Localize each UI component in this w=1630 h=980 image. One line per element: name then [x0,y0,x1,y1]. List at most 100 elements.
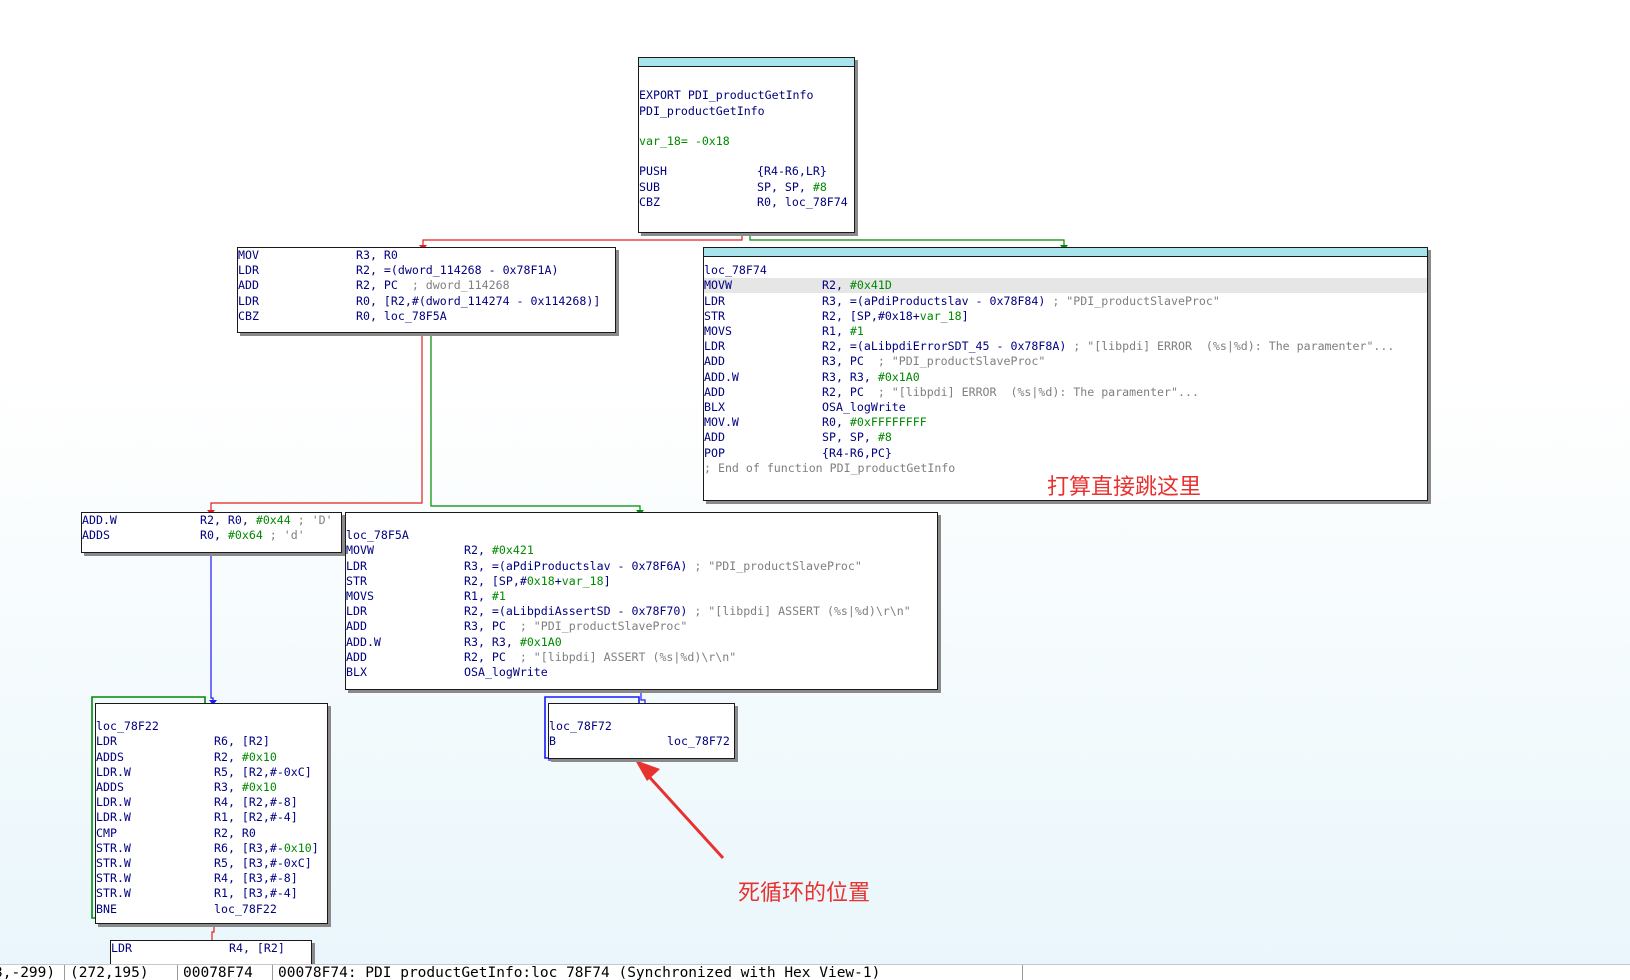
code-label[interactable]: EXPORT PDI_productGetInfo [639,88,814,103]
block-loc-78f72[interactable]: loc_78F72 Bloc_78F72 [548,703,735,759]
instruction-line[interactable]: BNE loc_78F22 [96,902,277,917]
status-address: 00078F74 [179,965,273,980]
instruction-line[interactable]: ADD R3, PC ; "PDI_productSlaveProc" [704,354,1045,369]
operand: R3, R3, [464,634,520,649]
block-loc-78f22[interactable]: loc_78F22 LDR R6, [R2] ADDS R2, #0x10 LDR.W R5… [95,703,328,924]
stack-var-definition[interactable]: var_18= -0x18 [639,134,730,149]
instruction-line[interactable]: LDR R0, [R2,#(dword_114274 - 0x114268)] [238,294,600,309]
instruction-line[interactable]: LDR R3, =(aPdiProductslav - 0x78F84) ; "P… [704,294,1220,309]
operand: R6, [R3,#- [214,840,284,855]
instruction-line[interactable]: MOV.W R0, #0xFFFFFFFF [704,415,927,430]
status-graph-coords: (272,195) [66,965,178,980]
instruction-line[interactable]: ADD SP, SP, #8 [704,430,892,445]
instruction-line[interactable]: STR R2, [SP,#0x18+var_18] [346,574,611,589]
code-label[interactable]: PDI_productGetInfo [639,104,765,119]
instruction-line[interactable]: LDR R3, =(aPdiProductslav - 0x78F6A) ; "P… [346,559,862,574]
operand: R2, R0 [214,825,256,840]
operand: loc_78F22 [214,901,277,916]
instruction-line[interactable]: POP {R4-R6,PC} [704,446,892,461]
graph-view-canvas[interactable]: EXPORT PDI_productGetInfo PDI_productGetI… [0,0,1630,979]
operand: R1, [R2,#-4] [214,810,298,825]
instruction-line[interactable]: STR.W R6, [R3,#-0x10] [96,841,319,856]
instruction-line[interactable]: Bloc_78F72 [549,734,730,749]
operand: R2, PC [822,384,878,399]
instruction-line[interactable]: STR.W R5, [R3,#-0xC] [96,856,312,871]
operand: #1 [849,324,864,338]
operand: R6, [R2] [214,734,270,749]
code-label[interactable]: loc_78F22 [96,719,159,734]
mnemonic: MOV.W [704,415,739,430]
instruction-line[interactable]: CBZ R0, loc_78F5A [238,309,447,324]
instruction-line[interactable]: ADD R2, PC ; "[libpdi] ASSERT (%s|%d)\r\n… [346,650,736,665]
instruction-line[interactable]: MOV R3, R0 [238,248,398,263]
instruction-line[interactable]: ADDS R0, #0x64 ; 'd' [82,528,305,543]
instruction-line[interactable]: MOVS R1, #1 [346,589,506,604]
mnemonic: MOVW [704,278,732,293]
operand: R3, PC [822,354,878,369]
operand: #0xFFFFFFFF [849,415,927,430]
operand: #0x10 [241,749,277,764]
instruction-line[interactable]: SUB SP, SP, #8 [639,180,827,195]
mnemonic: ADD [704,354,725,369]
block-loc-78f5a[interactable]: loc_78F5A MOVW R2, #0x421 LDR R3, =(aPdiProd… [345,512,938,690]
edge-block3-to-loop-block [210,553,214,703]
instruction-line[interactable]: LDR R2, =(dword_114268 - 0x78F1A) [238,263,558,278]
operand: R2, [SP,# [464,573,527,588]
instruction-line[interactable]: ADDS R3, #0x10 [96,780,277,795]
operand: R1, [822,324,850,338]
instruction-line[interactable]: LDR.W R5, [R2,#-0xC] [96,765,312,780]
instruction-line[interactable]: ADD R3, PC ; "PDI_productSlaveProc" [346,619,687,634]
instruction-line[interactable]: BLX OSA_logWrite [346,665,548,680]
instruction-line[interactable]: LDR R4, [R2] [111,941,285,956]
operand-comment: ; "PDI_productSlaveProc" [519,619,688,634]
mnemonic: ADD.W [704,369,739,384]
instruction-line[interactable]: CBZ R0, loc_78F74 [639,195,848,210]
operand: + [554,573,562,588]
block-loc-78f74[interactable]: loc_78F74 MOVW R2, #0x41D LDR R3, =(aPdiProd… [703,247,1428,501]
status-mouse-coords: 3,-299) [0,965,65,980]
instruction-line[interactable]: MOVW R2, #0x421 [346,543,534,558]
instruction-line[interactable]: LDR R2, =(aLibpdiAssertSD - 0x78F70) ; "[… [346,604,911,619]
mnemonic: POP [704,445,725,460]
instruction-line[interactable]: BLX OSA_logWrite [704,400,906,415]
code-label[interactable]: loc_78F72 [549,719,612,734]
instruction-line[interactable]: ADD.W R3, R3, #0x1A0 [346,635,562,650]
operand: #0x421 [491,543,534,558]
operand: R5, [R2,#-0xC] [214,764,312,779]
instruction-line[interactable]: ADD R2, PC ; dword_114268 [238,278,510,293]
operand-comment: ; 'd' [262,528,305,543]
instruction-line[interactable]: MOVW R2, #0x41D [704,278,1427,294]
operand-comment: ; "[libpdi] ERROR (%s|%d): The paramente… [1073,339,1395,354]
instruction-line[interactable]: ADD.W R2, R0, #0x44 ; 'D' [82,513,333,528]
code-comment[interactable]: ; End of function PDI_productGetInfo [704,461,955,476]
operand: R3, =(aPdiProductslav - 0x78F6A) [464,558,695,573]
instruction-line[interactable]: STR.W R4, [R3,#-8] [96,871,298,886]
mnemonic: ADD.W [346,634,381,649]
code-label[interactable]: loc_78F74 [704,263,767,278]
operand: R0, loc_78F74 [757,194,848,209]
instruction-line[interactable]: MOVS R1, #1 [704,324,864,339]
code-label[interactable]: loc_78F5A [346,528,409,543]
instruction-line[interactable]: ADD R2, PC ; "[libpdi] ERROR (%s|%d): The… [704,385,1199,400]
operand: R2, R0, [200,513,256,527]
operand: OSA_logWrite [464,665,548,679]
operand-comment: ; "[libpdi] ASSERT (%s|%d)\r\n" [694,604,911,619]
block-pdi-productgetinfo-entry[interactable]: EXPORT PDI_productGetInfo PDI_productGetI… [638,57,855,233]
instruction-line[interactable]: LDR R2, =(aLibpdiErrorSDT_45 - 0x78F8A) ;… [704,339,1394,354]
mnemonic: STR.W [96,886,131,901]
instruction-line[interactable]: STR R2, [SP,#0x18+var_18] [704,309,969,324]
operand: R2, [SP,#0x18+ [822,308,920,323]
instruction-line[interactable]: LDR.W R1, [R2,#-4] [96,810,298,825]
instruction-line[interactable]: PUSH {R4-R6,LR} [639,164,827,179]
instruction-line[interactable]: CMP R2, R0 [96,826,256,841]
instruction-line[interactable]: STR.W R1, [R3,#-4] [96,886,298,901]
instruction-line[interactable]: LDR R6, [R2] [96,734,270,749]
block-dword-load[interactable]: MOV R3, R0 LDR R2, =(dword_114268 - 0x78F1A… [237,247,616,333]
instruction-line[interactable]: ADDS R2, #0x10 [96,750,277,765]
instruction-line[interactable]: ADD.W R3, R3, #0x1A0 [704,370,920,385]
block-add-offsets[interactable]: ADD.W R2, R0, #0x44 ; 'D' ADDS R0, #0x64 ; … [81,512,342,553]
instruction-line[interactable]: LDR.W R4, [R2,#-8] [96,795,298,810]
block-header [639,58,854,67]
operand: R5, [R3,#-0xC] [214,856,312,870]
operand: R3, [214,780,242,794]
